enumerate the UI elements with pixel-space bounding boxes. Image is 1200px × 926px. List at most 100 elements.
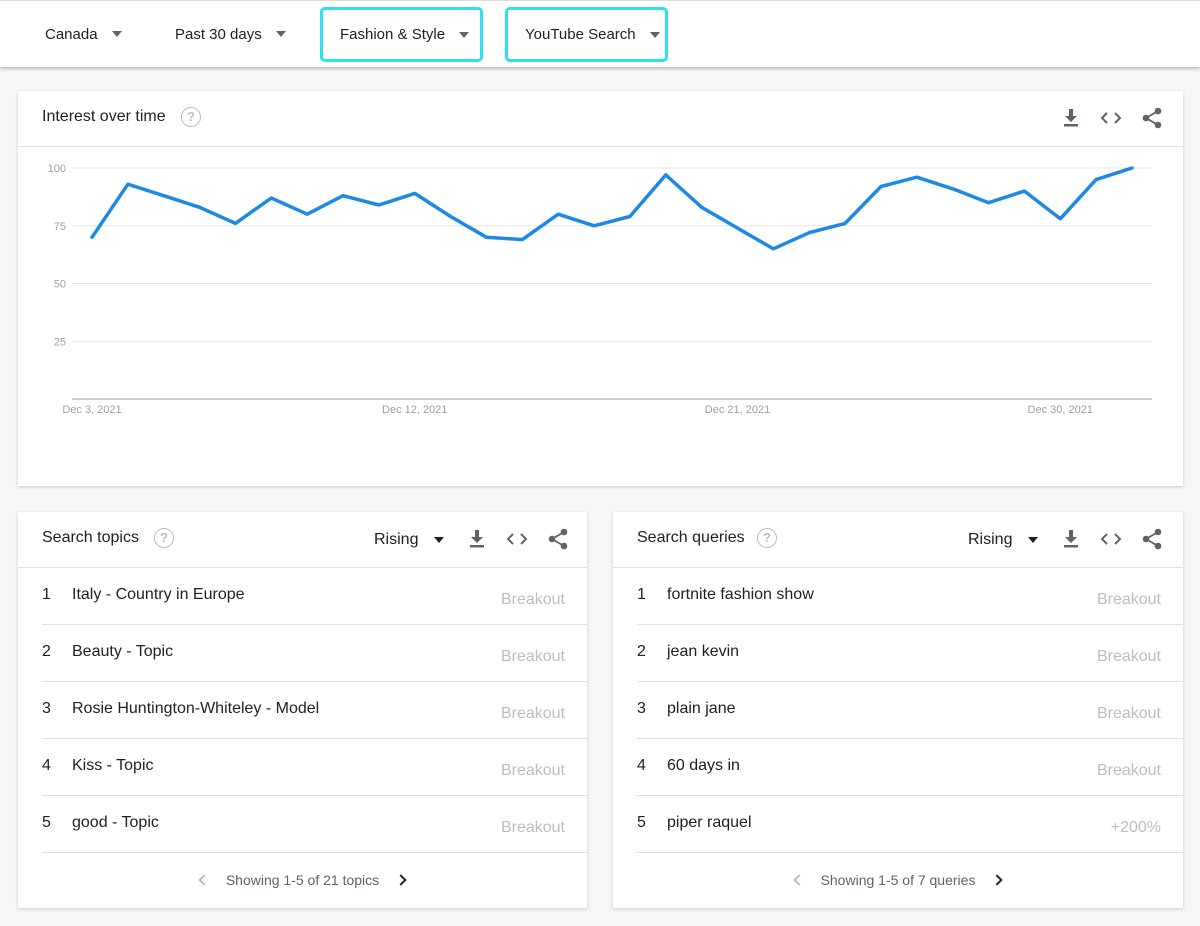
data-point[interactable]	[698, 203, 706, 211]
rising-dropdown[interactable]: Rising	[374, 512, 445, 568]
rank: 3	[637, 700, 646, 717]
rising-value: Breakout	[500, 648, 565, 665]
share-icon[interactable]	[1139, 105, 1165, 131]
data-point[interactable]	[877, 182, 885, 190]
data-point[interactable]	[411, 189, 419, 197]
category-label: Fashion & Style	[340, 26, 446, 43]
caret-down-icon	[434, 537, 445, 543]
list-item[interactable]: 5 piper raquel +200%	[637, 796, 1183, 853]
chevron-left-icon[interactable]	[792, 874, 805, 886]
topic-label: good - Topic	[72, 814, 159, 831]
card-header: Search queries ? Rising	[613, 512, 1183, 568]
data-point[interactable]	[88, 233, 96, 241]
embed-code-icon[interactable]	[504, 526, 530, 552]
chevron-right-icon[interactable]	[395, 874, 407, 886]
interest-over-time-card: Interest over time ? 25 50 75 100 Dec 3, 20…	[18, 91, 1183, 486]
pagination-text: Showing 1-5 of 7 queries	[820, 872, 976, 888]
time-range-dropdown[interactable]: Past 30 days	[175, 1, 286, 67]
data-point[interactable]	[1128, 164, 1136, 172]
help-circle-icon[interactable]: ?	[757, 528, 777, 548]
rising-label: Rising	[374, 531, 419, 548]
share-icon[interactable]	[1139, 526, 1165, 552]
data-point[interactable]	[662, 171, 670, 179]
list-item[interactable]: 3 Rosie Huntington-Whiteley - Model Brea…	[42, 682, 587, 739]
chevron-left-icon[interactable]	[198, 874, 210, 886]
embed-code-icon[interactable]	[1098, 526, 1124, 552]
rank: 2	[637, 643, 646, 660]
data-point[interactable]	[267, 194, 275, 202]
data-point[interactable]	[160, 192, 168, 200]
interest-line-chart: 25 50 75 100 Dec 3, 2021 Dec 12, 2021 Dec 21,…	[48, 163, 1152, 416]
list-item[interactable]: 1 Italy - Country in Europe Breakout	[42, 568, 587, 625]
data-point[interactable]	[339, 192, 347, 200]
data-point[interactable]	[518, 236, 526, 244]
caret-down-icon	[111, 31, 122, 37]
y-tick-label: 50	[54, 279, 66, 291]
rising-value: Breakout	[500, 819, 565, 836]
y-tick-label: 25	[54, 336, 66, 348]
region-dropdown[interactable]: Canada	[45, 1, 122, 67]
embed-code-icon[interactable]	[1098, 105, 1124, 131]
share-icon[interactable]	[545, 526, 571, 552]
time-range-label: Past 30 days	[175, 25, 262, 43]
data-point[interactable]	[913, 173, 921, 181]
data-point[interactable]	[841, 219, 849, 227]
rising-value: Breakout	[1096, 705, 1161, 722]
property-label: YouTube Search	[525, 26, 636, 43]
chevron-right-icon[interactable]	[991, 874, 1004, 886]
topic-label: Kiss - Topic	[72, 757, 154, 774]
card-title: Search topics	[42, 529, 139, 546]
data-point[interactable]	[769, 245, 777, 253]
rank: 1	[637, 586, 646, 603]
category-dropdown[interactable]: Fashion & Style	[320, 7, 483, 62]
data-point[interactable]	[482, 233, 490, 241]
data-point[interactable]	[196, 203, 204, 211]
y-tick-label: 75	[54, 221, 66, 233]
list-item[interactable]: 2 Beauty - Topic Breakout	[42, 625, 587, 682]
search-queries-card: Search queries ? Rising 1 fortnite fashi…	[613, 512, 1183, 908]
rising-value: Breakout	[1096, 591, 1161, 608]
data-point[interactable]	[626, 213, 634, 221]
rising-value: +200%	[1110, 819, 1161, 836]
caret-down-icon	[275, 31, 286, 37]
topic-label: Italy - Country in Europe	[72, 586, 245, 603]
list-item[interactable]: 4 60 days in Breakout	[637, 739, 1183, 796]
query-label: plain jane	[667, 700, 736, 717]
card-header: Search topics ? Rising	[18, 512, 587, 568]
data-point[interactable]	[949, 185, 957, 193]
x-tick-label: Dec 12, 2021	[382, 404, 447, 416]
download-icon[interactable]	[464, 526, 490, 552]
card-title: Interest over time	[42, 108, 166, 125]
help-circle-icon[interactable]: ?	[181, 107, 201, 127]
data-point[interactable]	[1020, 187, 1028, 195]
filter-bar: Canada Past 30 days Fashion & Style YouT…	[0, 0, 1200, 67]
list-item[interactable]: 4 Kiss - Topic Breakout	[42, 739, 587, 796]
rising-dropdown[interactable]: Rising	[968, 512, 1039, 568]
list-item[interactable]: 2 jean kevin Breakout	[637, 625, 1183, 682]
data-point[interactable]	[1092, 176, 1100, 184]
download-icon[interactable]	[1058, 105, 1084, 131]
data-point[interactable]	[590, 222, 598, 230]
list-item[interactable]: 3 plain jane Breakout	[637, 682, 1183, 739]
data-point[interactable]	[231, 219, 239, 227]
download-icon[interactable]	[1058, 526, 1084, 552]
list-item[interactable]: 1 fortnite fashion show Breakout	[637, 568, 1183, 625]
data-point[interactable]	[124, 180, 132, 188]
list-item[interactable]: 5 good - Topic Breakout	[42, 796, 587, 853]
data-point[interactable]	[805, 229, 813, 237]
help-circle-icon[interactable]: ?	[154, 528, 174, 548]
card-header: Interest over time ?	[18, 91, 1183, 147]
data-point[interactable]	[447, 213, 455, 221]
topic-label: Rosie Huntington-Whiteley - Model	[72, 700, 320, 717]
data-point[interactable]	[1056, 215, 1064, 223]
y-tick-label: 100	[48, 163, 66, 175]
interest-series-line	[90, 166, 1134, 251]
data-point[interactable]	[734, 224, 742, 232]
data-point[interactable]	[985, 199, 993, 207]
data-point[interactable]	[375, 201, 383, 209]
rising-value: Breakout	[1096, 648, 1161, 665]
property-dropdown[interactable]: YouTube Search	[505, 7, 668, 62]
data-point[interactable]	[554, 210, 562, 218]
data-point[interactable]	[303, 210, 311, 218]
card-title: Search queries	[637, 529, 745, 546]
